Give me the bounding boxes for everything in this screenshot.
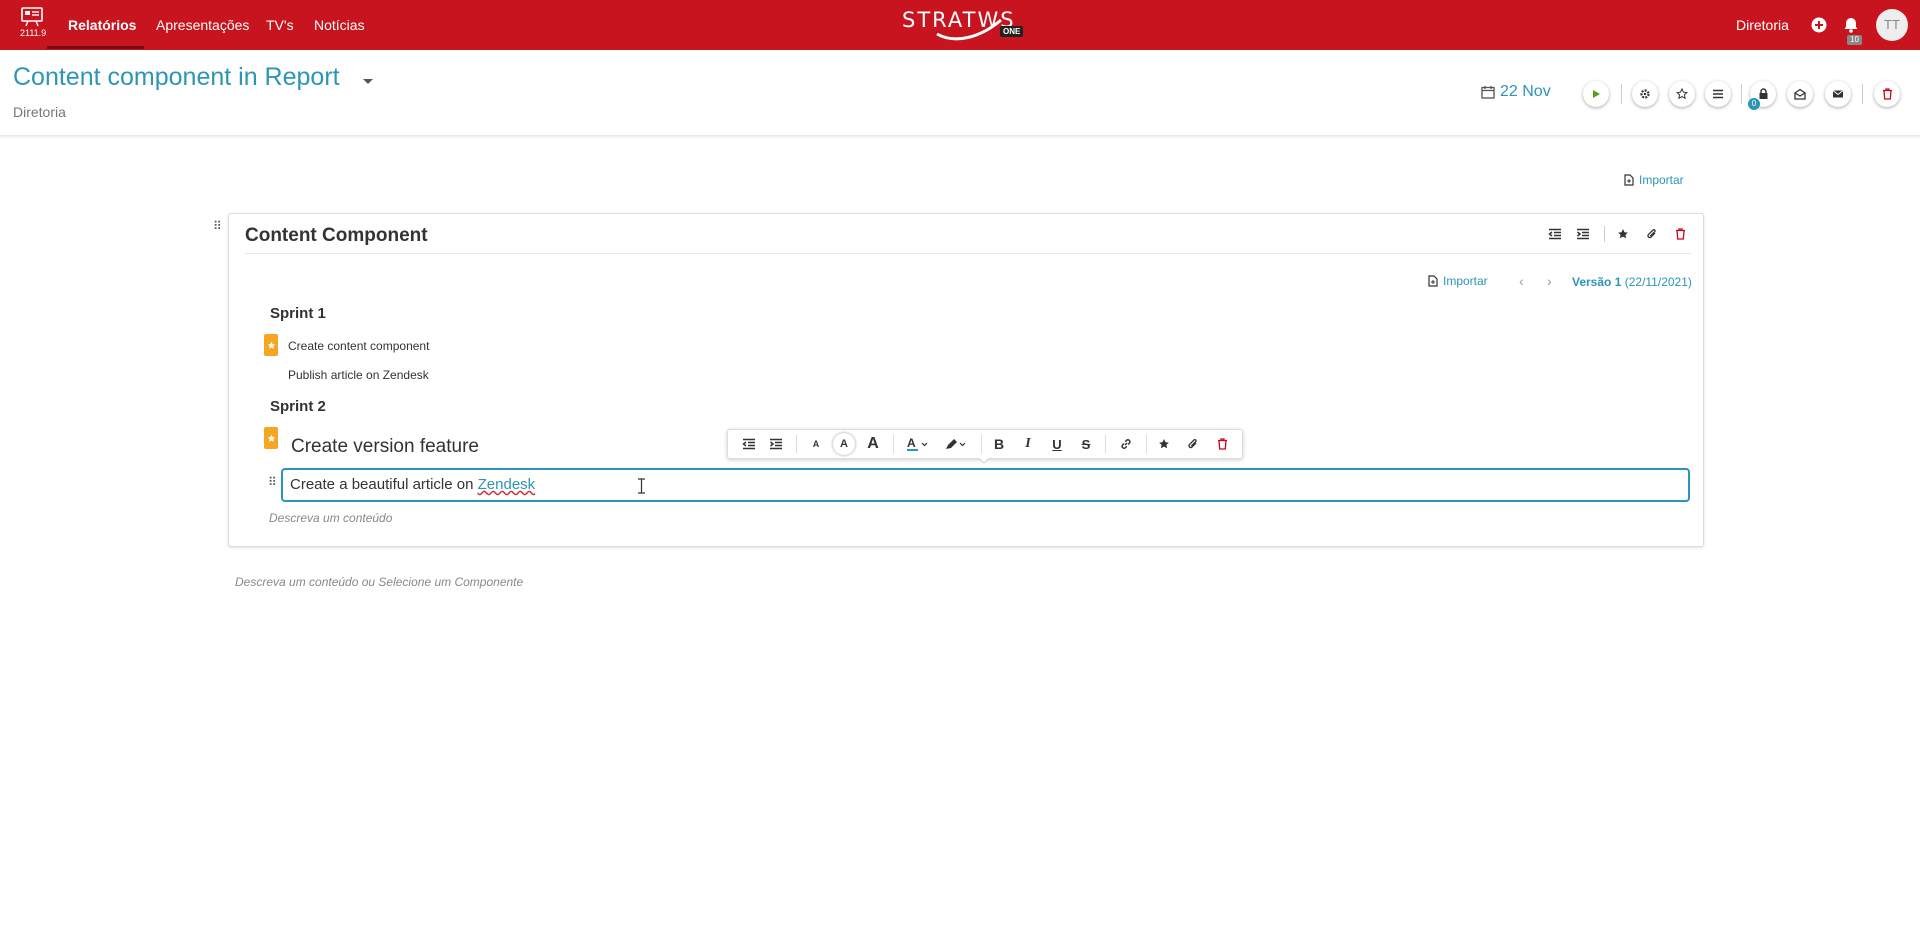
toolbar-divider [1604,226,1605,242]
header-divider [1741,84,1742,104]
avatar[interactable]: TT [1876,9,1908,41]
content-placeholder[interactable]: Descreva um conteúdo [269,511,392,525]
gear-icon [1640,89,1650,99]
italic-icon[interactable]: I [1020,433,1036,455]
header-shadow [0,135,1920,139]
content-editor-input[interactable]: Create a beautiful article on Zendesk [281,468,1690,502]
notification-count: 10 [1847,35,1862,45]
list-icon [1713,89,1723,99]
indent-icon[interactable] [1575,226,1591,242]
outdent-icon[interactable] [1547,226,1563,242]
play-icon [1593,90,1600,98]
nav-tvs[interactable]: TV's [266,0,294,50]
highlight-color-icon[interactable] [943,433,969,455]
version-label: Versão 1 [1572,275,1622,289]
version-date: (22/11/2021) [1624,275,1692,289]
component-title: Content Component [245,225,428,246]
toolbar-divider [796,435,797,453]
editor-text: Create a beautiful article on [290,476,478,493]
brand-swoosh-icon [936,18,1002,41]
lock-count-badge: 0 [1748,98,1760,110]
header-divider [1621,84,1622,104]
bell-icon[interactable] [1842,16,1860,34]
favorite-button[interactable] [1669,81,1695,107]
font-medium-icon[interactable]: A [833,433,855,455]
font-large-icon[interactable]: A [864,433,882,455]
outdent-icon[interactable] [740,433,758,455]
org-selector[interactable]: Diretoria [1736,0,1789,50]
nav-apresentacoes[interactable]: Apresentações [156,0,249,50]
trash-icon [1882,88,1892,100]
app-version: 2111.9 [20,28,47,38]
email-button[interactable] [1825,81,1851,107]
text-color-icon[interactable]: A [905,433,931,455]
indent-icon[interactable] [767,433,785,455]
presentation-icon [21,7,43,27]
delete-report-button[interactable] [1874,81,1900,107]
drag-handle-icon[interactable]: ⠿ [268,475,277,489]
date-selector[interactable]: 22 Nov [1481,83,1551,101]
version-info[interactable]: Versão 1 (22/11/2021) [1572,275,1692,289]
brand-badge: ONE [1000,26,1024,37]
header-divider [1862,84,1863,104]
toolbar-divider [893,435,894,453]
settings-button[interactable] [1632,81,1658,107]
svg-text:A: A [907,436,916,450]
nav-relatorios[interactable]: Relatórios [68,0,136,50]
list-item[interactable]: Publish article on Zendesk [288,368,429,382]
next-version-icon[interactable]: › [1547,273,1552,289]
import-file-icon [1428,275,1438,287]
import-label: Importar [1639,173,1684,187]
link-icon[interactable] [1117,433,1135,455]
app-logo[interactable]: 2111.9 [20,7,47,38]
title-dropdown-icon[interactable] [363,79,373,84]
component-import-link[interactable]: Importar [1427,274,1488,288]
text-cursor-icon [638,478,645,494]
top-navbar: 2111.9 Relatórios Apresentações TV's Not… [0,0,1920,50]
page-subtitle: Diretoria [13,104,66,120]
previous-version-icon[interactable]: ‹ [1519,273,1524,289]
toolbar-pointer-inner [979,457,989,462]
lock-icon [1759,88,1767,99]
nav-active-indicator [47,46,144,49]
highlight-star-icon[interactable] [264,334,278,356]
editor-link[interactable]: Zendesk [478,476,536,493]
drag-handle-icon[interactable]: ⠿ [213,219,222,233]
envelope-open-icon [1794,88,1806,100]
trash-icon[interactable] [1672,226,1688,242]
highlight-star-icon[interactable] [264,427,278,449]
trash-icon[interactable] [1214,433,1230,455]
empty-content-hint[interactable]: Descreva um conteúdo ou Selecione um Com… [235,575,523,589]
star-icon[interactable] [1615,226,1631,242]
import-link[interactable]: Importar [1623,173,1684,187]
bold-icon[interactable]: B [991,433,1007,455]
component-import-label: Importar [1443,274,1488,288]
menu-button[interactable] [1705,81,1731,107]
sprint-heading: Sprint 1 [270,305,326,322]
list-item[interactable]: Create content component [288,339,429,353]
strikethrough-icon[interactable]: S [1078,433,1094,455]
toolbar-divider [981,435,982,453]
paperclip-icon[interactable] [1644,226,1660,242]
email-open-button[interactable] [1787,81,1813,107]
font-small-icon[interactable]: A [809,433,823,455]
sprint-heading: Sprint 2 [270,398,326,415]
star-icon[interactable] [1156,433,1172,455]
underline-icon[interactable]: U [1049,433,1065,455]
star-outline-icon [1676,88,1688,100]
toolbar-divider [1146,435,1147,453]
calendar-icon [1481,86,1495,99]
play-button[interactable] [1583,81,1609,107]
nav-noticias[interactable]: Notícias [314,0,365,50]
component-divider [245,253,1691,254]
import-file-icon [1624,174,1634,186]
add-icon[interactable] [1810,16,1828,34]
list-item[interactable]: Create version feature [291,436,479,458]
paperclip-icon[interactable] [1185,433,1201,455]
page-title[interactable]: Content component in Report [13,63,340,92]
toolbar-divider [1105,435,1106,453]
date-label: 22 Nov [1500,83,1551,100]
envelope-icon [1832,90,1844,98]
